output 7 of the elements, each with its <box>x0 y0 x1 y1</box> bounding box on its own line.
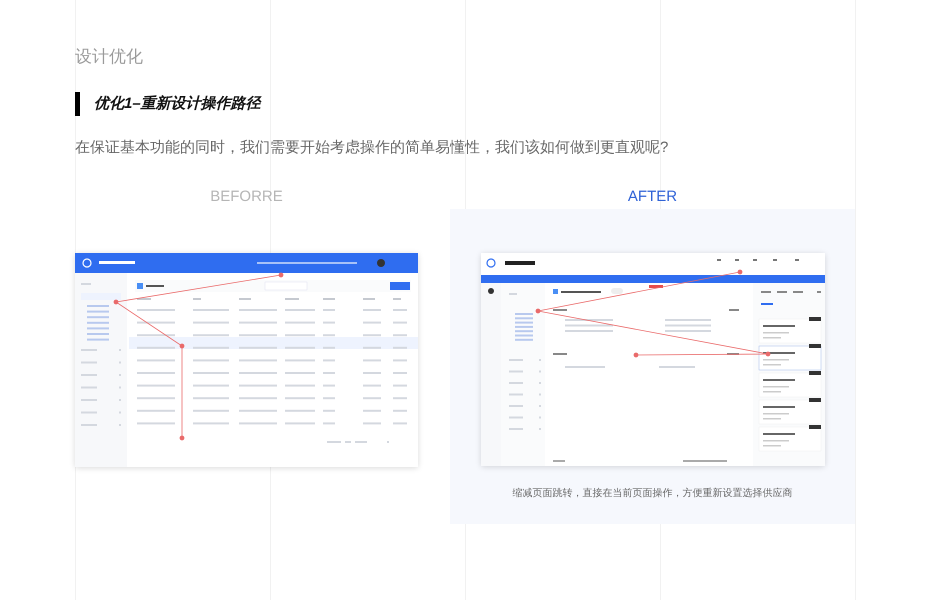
section-title: 设计优化 <box>75 46 143 68</box>
heading-accent-bar <box>75 92 80 116</box>
after-label: AFTER <box>628 187 678 207</box>
after-caption: 缩减页面跳转，直接在当前页面操作，方便重新设置选择供应商 <box>512 486 792 501</box>
heading: 优化1–重新设计操作路径 <box>94 94 261 114</box>
intro-text: 在保证基本功能的同时，我们需要开始考虑操作的简单易懂性，我们该如何做到更直观呢? <box>75 138 668 158</box>
before-label: BEFORRE <box>210 187 283 207</box>
